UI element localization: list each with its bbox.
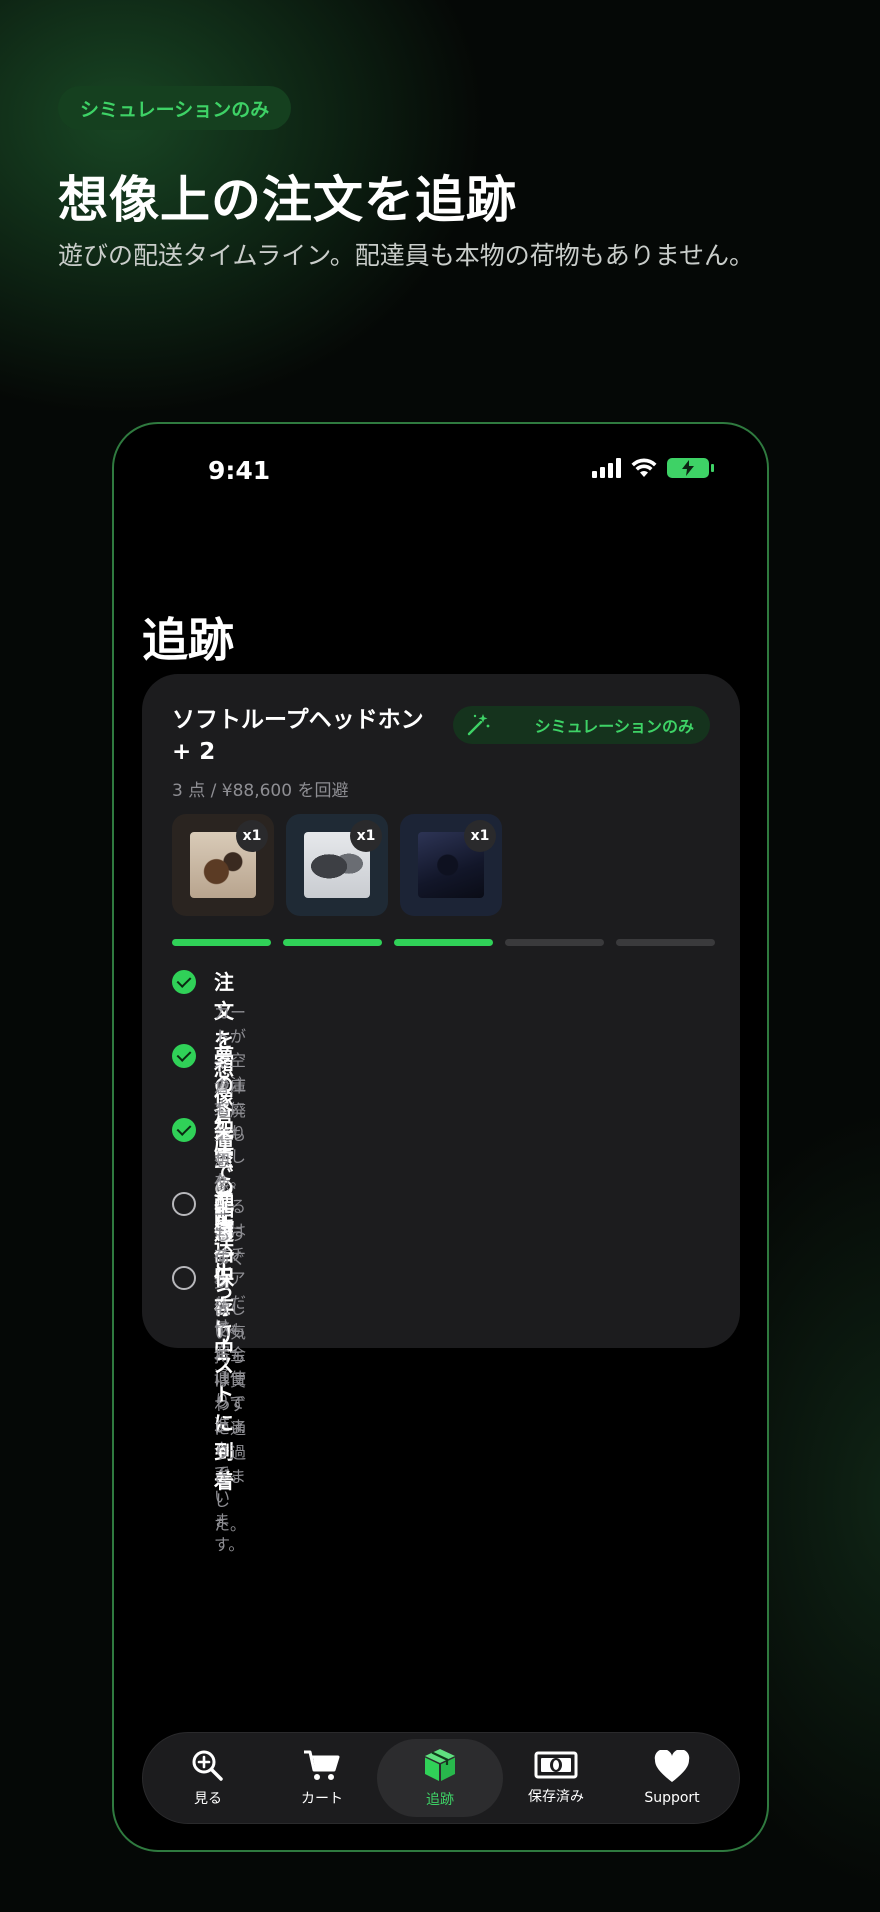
cart-icon xyxy=(304,1750,340,1780)
empty-circle-icon xyxy=(172,1192,196,1216)
order-card[interactable]: ソフトループヘッドホン + 2 3 点 / ¥88,600 を回避 シミュレーシ… xyxy=(142,674,740,1554)
order-meta: 3 点 / ¥88,600 を回避 xyxy=(172,781,349,801)
magic-wand-icon xyxy=(467,714,490,736)
tab-label: Support xyxy=(644,1790,700,1806)
tab-cart[interactable]: カート xyxy=(259,1739,385,1817)
progress-segment xyxy=(394,939,493,946)
progress-segment xyxy=(616,939,715,946)
tab-bar: 見る カート 追跡 保存済み Support xyxy=(142,1732,740,1824)
magnifier-plus-icon xyxy=(192,1750,223,1781)
tab-browse[interactable]: 見る xyxy=(145,1739,271,1817)
step-description: 欲しい気持ちは買わずに通り過ぎました。 xyxy=(214,1299,247,1534)
checkmark-icon xyxy=(172,1118,196,1142)
package-icon xyxy=(425,1749,455,1781)
battery-charging-icon xyxy=(667,458,714,478)
signal-icon xyxy=(592,458,621,478)
empty-circle-icon xyxy=(172,1266,196,1290)
heart-icon xyxy=(654,1750,690,1782)
status-time: 9:41 xyxy=(208,456,271,485)
banknote-icon xyxy=(534,1751,578,1779)
order-simulation-badge: シミュレーションのみ xyxy=(452,706,710,744)
checkmark-icon xyxy=(172,970,196,994)
page-title: 追跡 xyxy=(142,613,234,667)
order-badge-label: シミュレーションのみ xyxy=(534,717,694,736)
status-icons xyxy=(592,458,714,478)
tab-saved[interactable]: 保存済み xyxy=(493,1739,619,1817)
tab-label: 見る xyxy=(194,1791,222,1807)
order-items: x1 x1 x1 xyxy=(172,814,502,916)
hero-title: 想像上の注文を追跡 xyxy=(58,171,517,229)
tab-label: 追跡 xyxy=(426,1792,454,1808)
item-thumbnail-headphones[interactable]: x1 xyxy=(286,814,388,916)
progress-segment xyxy=(172,939,271,946)
checkmark-icon xyxy=(172,1044,196,1068)
item-qty-badge: x1 xyxy=(464,820,496,852)
phone-frame: 9:41 追跡 ソフトループヘッドホン + 2 3 点 / ¥88,600 を回… xyxy=(112,422,769,1852)
hero-subtitle: 遊びの配送タイムライン。配達員も本物の荷物もありません。 xyxy=(58,241,755,270)
order-title: ソフトループヘッドホン + 2 xyxy=(172,707,424,765)
tab-label: カート xyxy=(301,1791,343,1807)
simulation-only-badge: シミュレーションのみ xyxy=(58,86,292,130)
item-thumbnail-coffee-set[interactable]: x1 xyxy=(172,814,274,916)
item-qty-badge: x1 xyxy=(236,820,268,852)
wifi-icon xyxy=(631,458,657,477)
item-qty-badge: x1 xyxy=(350,820,382,852)
progress-segment xyxy=(283,939,382,946)
tab-support[interactable]: Support xyxy=(609,1739,735,1817)
item-thumbnail-projector[interactable]: x1 xyxy=(400,814,502,916)
tab-tracking[interactable]: 追跡 xyxy=(377,1739,503,1817)
progress-segment xyxy=(505,939,604,946)
delivery-progress xyxy=(172,939,715,946)
tab-label: 保存済み xyxy=(528,1789,584,1805)
